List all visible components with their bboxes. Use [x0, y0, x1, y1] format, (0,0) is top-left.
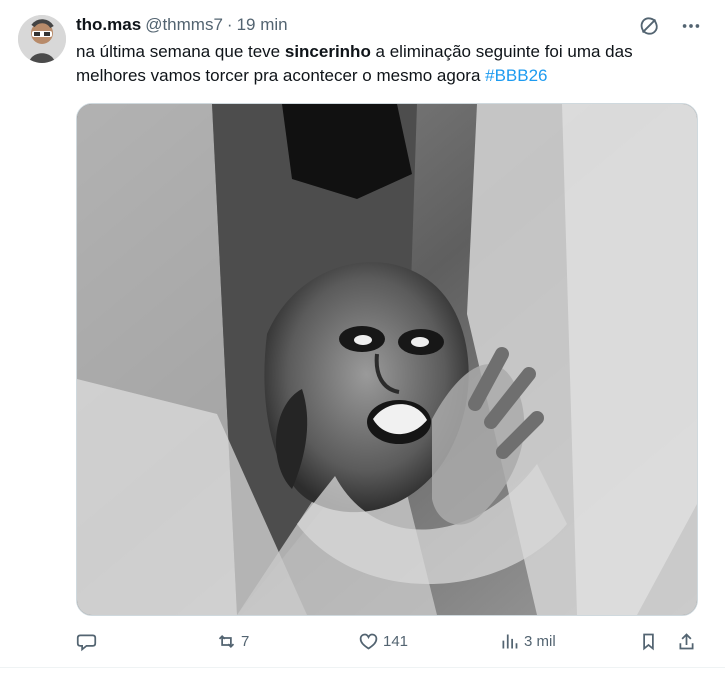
- like-count: 141: [383, 632, 409, 650]
- like-icon: [359, 633, 378, 650]
- more-icon: [682, 24, 700, 28]
- tweet-divider: [0, 667, 725, 668]
- views-icon: [502, 634, 518, 648]
- post-actions: 7 141 3 mil: [76, 626, 701, 656]
- header-separator: ·: [226, 15, 233, 34]
- author-handle[interactable]: @thmms7: [145, 14, 223, 36]
- retweet-count: 7: [241, 632, 250, 650]
- views-count: 3 mil: [524, 632, 556, 650]
- tweet-header: tho.mas @thmms7 · 19 min: [76, 14, 288, 36]
- post-text-before: na última semana que teve: [76, 42, 285, 61]
- avatar-icon: [18, 15, 66, 63]
- grok-icon: [640, 17, 658, 35]
- author-avatar[interactable]: [18, 15, 66, 63]
- post-time[interactable]: 19 min: [237, 14, 288, 36]
- post-bold-text: sincerinho: [284, 42, 371, 61]
- hashtag-link[interactable]: #BBB26: [485, 66, 547, 85]
- bookmark-button[interactable]: [638, 626, 659, 656]
- retweet-icon: [218, 634, 235, 648]
- tweet-card: tho.mas @thmms7 · 19 min na última seman…: [0, 0, 725, 675]
- post-image[interactable]: [76, 103, 698, 616]
- reply-button[interactable]: [76, 626, 101, 656]
- top-actions: [637, 14, 703, 38]
- retweet-button[interactable]: 7: [216, 626, 249, 656]
- author-name[interactable]: tho.mas: [76, 14, 141, 36]
- more-button[interactable]: [679, 14, 703, 38]
- bookmark-icon: [643, 633, 654, 650]
- post-text: na última semana que teve sincerinho a e…: [76, 40, 696, 88]
- reply-icon: [76, 634, 97, 651]
- grok-button[interactable]: [637, 14, 661, 38]
- reaction-image: [77, 104, 697, 615]
- share-icon: [679, 632, 694, 649]
- views-button[interactable]: 3 mil: [499, 626, 556, 656]
- share-button[interactable]: [676, 626, 697, 656]
- like-button[interactable]: 141: [358, 626, 408, 656]
